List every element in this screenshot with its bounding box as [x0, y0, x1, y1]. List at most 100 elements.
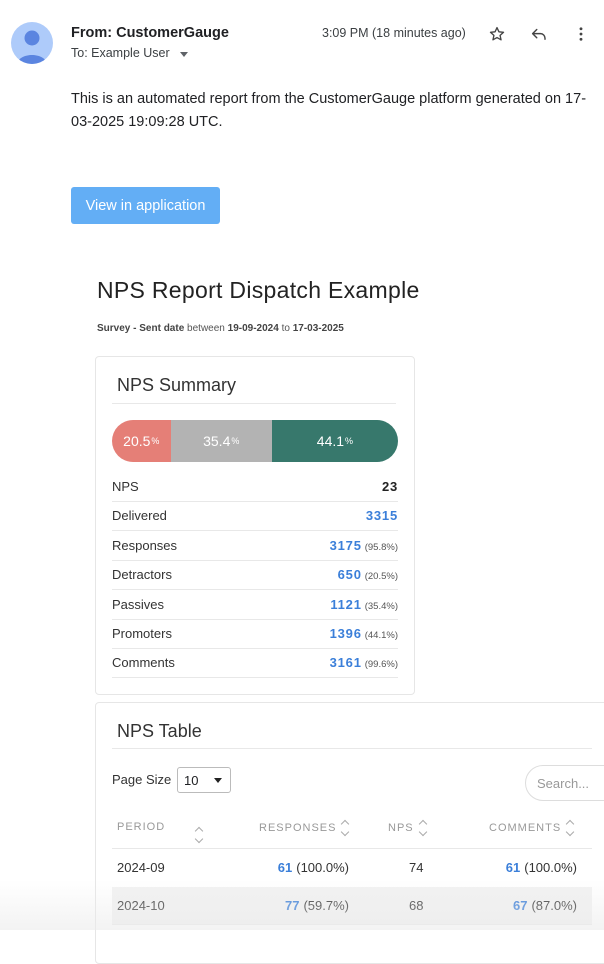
nps-distribution-bar: 20.5% 35.4% 44.1%: [112, 420, 398, 462]
recipient-line[interactable]: To: Example User: [71, 46, 188, 60]
nps-bar-segment: 35.4%: [170, 420, 272, 462]
column-label: PERIOD: [117, 821, 166, 833]
summary-count[interactable]: 1121: [330, 597, 361, 612]
responses-cell: 61 (100.0%): [278, 849, 349, 886]
summary-row-label: Passives: [112, 597, 165, 612]
sort-icon: [418, 819, 427, 837]
responses-percent: (100.0%): [296, 860, 349, 875]
comments-percent: (100.0%): [524, 860, 577, 875]
nps-bar-segment: 20.5%: [112, 420, 171, 462]
column-label: RESPONSES: [259, 822, 337, 834]
date-from: 19-09-2024: [227, 323, 279, 334]
summary-divider: [112, 403, 396, 404]
period-value: 2024-10: [117, 898, 165, 913]
summary-count[interactable]: 3315: [366, 508, 398, 523]
summary-row-label: NPS: [112, 479, 139, 494]
summary-row: Responses 3175 (95.8%): [112, 531, 398, 561]
page-size-select[interactable]: 10: [177, 767, 231, 793]
segment-unit: %: [345, 436, 354, 446]
summary-percent: (95.8%): [364, 542, 398, 553]
sender-name: From: CustomerGauge: [71, 25, 229, 41]
sort-icon: [565, 819, 575, 837]
search-input[interactable]: Search...: [525, 765, 604, 801]
summary-row: Detractors 650 (20.5%): [112, 560, 398, 590]
segment-value: 44.1: [316, 433, 345, 449]
page-size-label: Page Size: [112, 772, 172, 787]
responses-count[interactable]: 61: [278, 860, 292, 875]
sort-icon: [341, 819, 350, 837]
responses-count[interactable]: 77: [285, 898, 299, 913]
summary-row-value: 3161 (99.6%): [330, 655, 398, 670]
summary-row-label: Responses: [112, 538, 178, 553]
summary-row-value: 1121 (35.4%): [330, 597, 398, 612]
summary-count[interactable]: 1396: [330, 626, 362, 641]
table-row: 2024-09 61 (100.0%) 74 61 (100.0%): [112, 849, 592, 886]
summary-row-label: Promoters: [112, 626, 172, 641]
table-row: 2024-10 77 (59.7%) 68 67 (87.0%): [112, 887, 592, 924]
responses-cell: 77 (59.7%): [285, 887, 349, 924]
view-in-application-button[interactable]: View in application: [71, 187, 220, 224]
comments-count[interactable]: 61: [506, 860, 520, 875]
caret-down-icon: [214, 777, 222, 783]
summary-percent: (35.4%): [364, 601, 398, 612]
summary-count[interactable]: 650: [338, 567, 362, 582]
table-divider: [112, 748, 592, 749]
sent-time: 3:09 PM (18 minutes ago): [322, 26, 466, 40]
period-cell: 2024-10: [117, 887, 165, 924]
reply-icon[interactable]: [528, 23, 550, 45]
survey-sent-label: Survey - Sent date: [97, 323, 185, 334]
nps-bar-segment: 44.1%: [271, 420, 398, 462]
column-label: NPS: [388, 822, 414, 834]
period-cell: 2024-09: [117, 849, 165, 886]
nps-value: 74: [409, 860, 424, 875]
summary-row-label: Detractors: [112, 567, 172, 582]
summary-row-value: 1396 (44.1%): [330, 626, 398, 641]
summary-row-value: 3315: [366, 508, 398, 523]
chevron-down-icon[interactable]: [179, 51, 188, 57]
summary-count: 23: [381, 479, 398, 494]
summary-row: Passives 1121 (35.4%): [112, 590, 398, 620]
between-word: between: [187, 323, 225, 334]
comments-count[interactable]: 67: [513, 898, 527, 913]
segment-value: 35.4: [203, 433, 231, 449]
to-word: to: [281, 323, 290, 334]
summary-row: Delivered 3315: [112, 501, 398, 531]
sender-avatar[interactable]: [11, 22, 53, 64]
recipient-label: To: Example User: [71, 46, 170, 60]
nps-table-title: NPS Table: [117, 721, 202, 741]
page-size-value: 10: [184, 772, 199, 788]
column-header-comments[interactable]: COMMENTS: [489, 819, 575, 837]
comments-cell: 67 (87.0%): [513, 887, 577, 924]
column-header-period[interactable]: PERIOD: [117, 821, 165, 833]
sort-icon[interactable]: [194, 821, 204, 844]
comments-percent: (87.0%): [531, 898, 577, 913]
column-label: COMMENTS: [489, 822, 562, 834]
more-vert-icon[interactable]: [570, 23, 592, 45]
column-header-responses[interactable]: RESPONSES: [259, 819, 350, 837]
summary-row-label: Comments: [112, 655, 175, 670]
segment-unit: %: [151, 436, 160, 446]
summary-percent: (44.1%): [364, 630, 398, 641]
intro-text: This is an automated report from the Cus…: [71, 91, 587, 130]
summary-percent: (20.5%): [364, 571, 398, 582]
summary-row-value: 23: [382, 479, 398, 494]
avatar-icon: [17, 30, 47, 64]
report-title: NPS Report Dispatch Example: [97, 277, 420, 303]
summary-row: Promoters 1396 (44.1%): [112, 619, 398, 649]
nps-summary-title: NPS Summary: [117, 375, 237, 395]
column-header-nps[interactable]: NPS: [388, 819, 427, 837]
summary-row-value: 3175 (95.8%): [330, 538, 398, 553]
summary-count[interactable]: 3175: [330, 538, 362, 553]
summary-count[interactable]: 3161: [330, 655, 362, 670]
nps-cell: 74: [409, 849, 423, 886]
report-date-range: Survey - Sent date between 19-09-2024 to…: [97, 323, 344, 334]
summary-row-label: Delivered: [112, 508, 167, 523]
search-placeholder: Search...: [537, 775, 590, 791]
star-icon[interactable]: [486, 23, 508, 45]
period-value: 2024-09: [117, 860, 165, 875]
summary-row-value: 650 (20.5%): [338, 567, 398, 582]
responses-percent: (59.7%): [303, 898, 349, 913]
segment-value: 20.5: [123, 433, 151, 449]
comments-cell: 61 (100.0%): [506, 849, 577, 886]
date-to: 17-03-2025: [292, 323, 344, 334]
